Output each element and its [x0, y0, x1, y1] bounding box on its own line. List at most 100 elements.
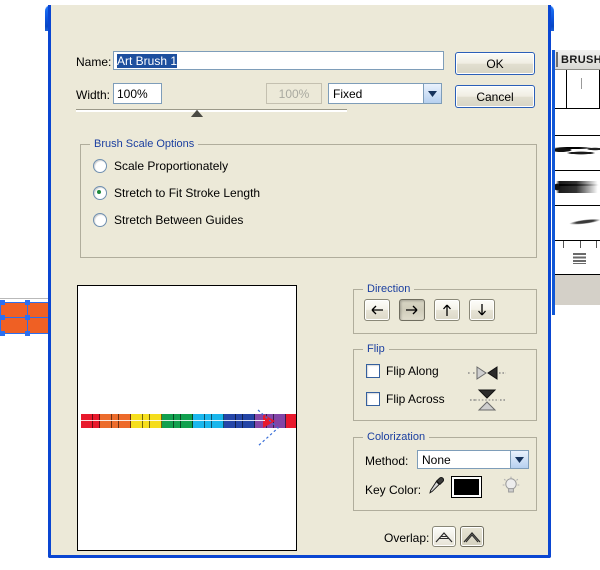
width-slider-track[interactable]: [76, 109, 347, 112]
palette-row[interactable]: [555, 136, 600, 171]
key-color-label: Key Color:: [365, 483, 421, 497]
direction-up-button[interactable]: [434, 299, 460, 321]
radio-scale-proportionately[interactable]: Scale Proportionately: [93, 159, 228, 173]
flip-across-checkbox-row[interactable]: Flip Across: [366, 392, 445, 406]
text-caret-icon: [581, 78, 582, 89]
selection-anchor[interactable]: [25, 300, 30, 305]
radio-label: Stretch Between Guides: [114, 213, 243, 227]
chevron-down-icon[interactable]: [510, 451, 528, 468]
key-color-swatch[interactable]: [452, 477, 481, 497]
preview-stroke-segment: [81, 414, 93, 428]
ok-button[interactable]: OK: [455, 52, 535, 75]
palette-cell-preview[interactable]: [567, 70, 600, 108]
flip-title: Flip: [363, 343, 389, 355]
preview-stroke-segment: [286, 414, 297, 428]
eyedropper-icon[interactable]: [427, 476, 445, 496]
direction-right-button[interactable]: [399, 299, 425, 321]
preview-stroke-segment: [131, 414, 143, 428]
palette-grip-icon: [556, 52, 558, 67]
brushes-palette-title: BRUSHES: [561, 54, 600, 66]
palette-row[interactable]: [555, 171, 600, 206]
flip-along-checkbox-row[interactable]: Flip Along: [366, 364, 439, 378]
preview-stroke-segment: [236, 414, 243, 428]
radio-label: Stretch to Fit Stroke Length: [114, 186, 260, 200]
preview-stroke-segment: [143, 414, 150, 428]
flip-across-icon: [466, 389, 508, 411]
radio-icon[interactable]: [93, 159, 107, 173]
preview-selection-path: [256, 398, 286, 458]
name-label: Name:: [76, 55, 111, 69]
direction-group: Direction: [353, 289, 537, 334]
width-secondary-input: 100%: [266, 83, 322, 104]
method-label: Method:: [365, 454, 408, 468]
screen: BRUSHES Art Brush Options: [0, 0, 600, 570]
width-input-value: 100%: [117, 86, 148, 102]
palette-row[interactable]: [555, 109, 600, 136]
colorization-method-value: None: [418, 453, 510, 467]
pattern-brush-thumbnail: [573, 253, 586, 264]
radio-stretch-to-fit-stroke-length[interactable]: Stretch to Fit Stroke Length: [93, 186, 260, 200]
flip-group: Flip Flip Along Flip Across: [353, 349, 537, 421]
preview-stroke-segment: [93, 414, 100, 428]
selection-anchor[interactable]: [0, 300, 5, 305]
palette-row[interactable]: [555, 241, 600, 275]
width-mode-value: Fixed: [329, 87, 423, 101]
flip-along-icon: [466, 365, 508, 381]
preview-stroke-segment: [150, 414, 162, 428]
preview-stroke-segment: [193, 414, 205, 428]
overlap-label: Overlap:: [384, 531, 429, 545]
name-input-value: Art Brush 1: [117, 54, 177, 68]
radio-label: Scale Proportionately: [114, 159, 228, 173]
checkbox-icon[interactable]: [366, 392, 380, 406]
brush-preview[interactable]: [77, 285, 297, 551]
radio-icon[interactable]: [93, 186, 107, 200]
palette-footer: [555, 275, 600, 305]
flip-along-label: Flip Along: [386, 364, 439, 378]
artboard-guide-line: [0, 298, 55, 299]
overlap-prevent-button[interactable]: [460, 526, 484, 547]
radio-stretch-between-guides[interactable]: Stretch Between Guides: [93, 213, 243, 227]
selection-anchor[interactable]: [0, 315, 5, 320]
selection-anchor[interactable]: [25, 315, 30, 320]
cancel-button[interactable]: Cancel: [455, 85, 535, 108]
width-input[interactable]: 100%: [113, 83, 162, 104]
width-slider-thumb[interactable]: [191, 110, 203, 117]
lightbulb-icon[interactable]: [502, 476, 520, 496]
brushes-palette-titlebar[interactable]: BRUSHES: [555, 50, 600, 70]
preview-stroke-segment: [174, 414, 181, 428]
palette-cell-index: [555, 70, 567, 108]
direction-down-button[interactable]: [469, 299, 495, 321]
direction-left-button[interactable]: [364, 299, 390, 321]
chevron-down-icon[interactable]: [423, 84, 441, 103]
preview-stroke-seam: [81, 420, 265, 421]
checkbox-icon[interactable]: [366, 364, 380, 378]
palette-row[interactable]: [555, 206, 600, 241]
width-mode-select[interactable]: Fixed: [328, 83, 442, 104]
preview-stroke-segment: [224, 414, 236, 428]
flip-across-label: Flip Across: [386, 392, 445, 406]
width-secondary-value: 100%: [279, 86, 310, 102]
brush-scale-options-title: Brush Scale Options: [90, 138, 198, 150]
colorization-method-select[interactable]: None: [417, 450, 529, 469]
radio-icon[interactable]: [93, 213, 107, 227]
preview-stroke-segment: [119, 414, 131, 428]
colorization-title: Colorization: [363, 431, 429, 443]
colorization-group: Colorization Method: None Key Color:: [353, 437, 537, 511]
preview-stroke-segment: [212, 414, 224, 428]
charcoal-brush-thumbnail: [555, 144, 600, 159]
preview-stroke-segment: [205, 414, 212, 428]
palette-row[interactable]: [555, 70, 600, 109]
selection-anchor[interactable]: [25, 331, 30, 336]
art-brush-options-dialog: Name: Art Brush 1 OK Cancel Width: 100% …: [48, 5, 551, 558]
tapered-brush-thumbnail: [563, 216, 600, 230]
preview-stroke-segment: [162, 414, 174, 428]
brushes-palette[interactable]: BRUSHES: [552, 50, 600, 315]
preview-stroke-segment: [112, 414, 119, 428]
selection-anchor[interactable]: [0, 331, 5, 336]
preview-stroke-segment: [181, 414, 193, 428]
name-input[interactable]: Art Brush 1: [113, 51, 444, 70]
preview-stroke-segment: [100, 414, 112, 428]
overlap-allow-button[interactable]: [432, 526, 456, 547]
width-label: Width:: [76, 88, 110, 102]
preview-stroke-segment: [243, 414, 255, 428]
